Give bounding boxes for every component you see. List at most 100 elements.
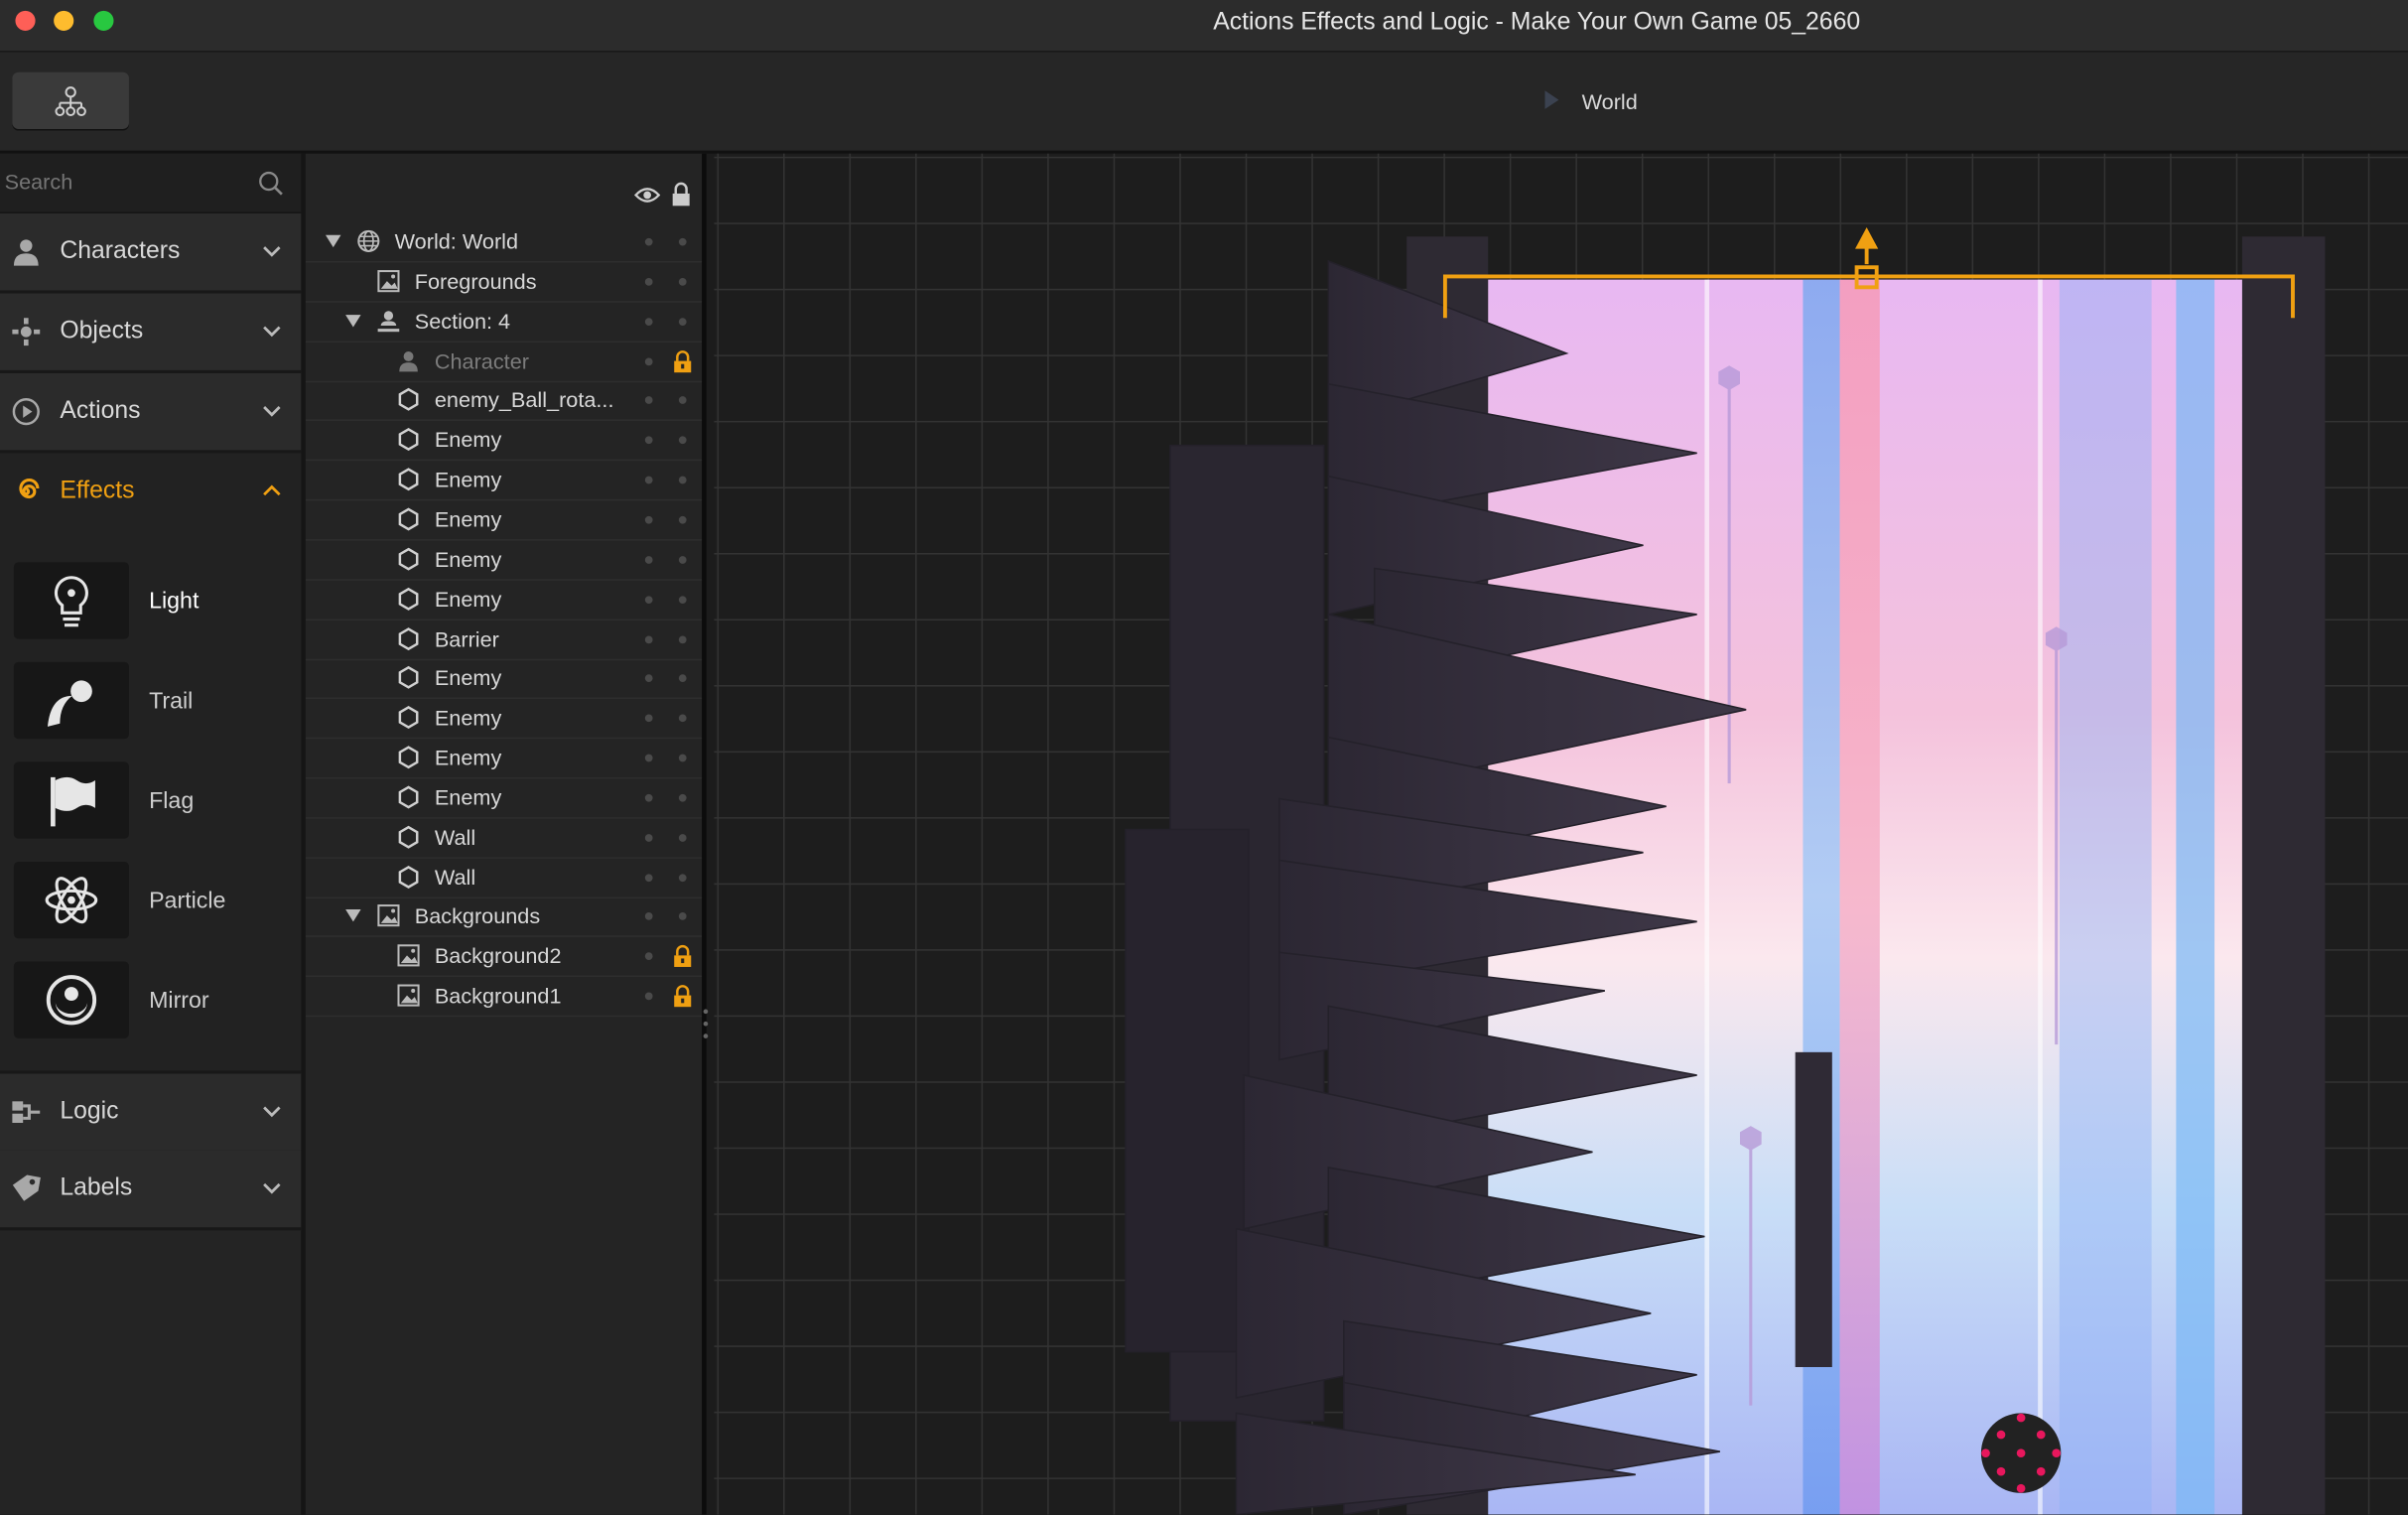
disclosure-triangle-icon[interactable] xyxy=(326,234,341,248)
objects-icon xyxy=(12,318,41,346)
lock-toggle[interactable] xyxy=(678,595,687,604)
visibility-toggle[interactable] xyxy=(644,674,653,683)
layer-row[interactable]: Background1 xyxy=(305,977,703,1018)
effect-light-label[interactable]: Light xyxy=(149,589,199,615)
scene-canvas[interactable] xyxy=(714,153,2408,1515)
layer-row[interactable]: Enemy xyxy=(305,580,703,620)
layer-row[interactable]: World: World xyxy=(305,222,703,263)
effect-particle-tile[interactable] xyxy=(13,861,129,939)
layer-row[interactable]: Wall xyxy=(305,858,703,898)
lock-toggle[interactable] xyxy=(678,873,687,882)
visibility-toggle[interactable] xyxy=(644,833,653,842)
visibility-toggle[interactable] xyxy=(644,317,653,326)
layer-row[interactable]: Enemy xyxy=(305,421,703,462)
disclosure-triangle-icon[interactable] xyxy=(345,314,361,328)
lock-toggle[interactable] xyxy=(678,396,687,405)
lock-toggle[interactable] xyxy=(678,714,687,723)
breadcrumb-world[interactable]: World xyxy=(1582,89,1638,114)
effect-particle-label[interactable]: Particle xyxy=(149,888,225,913)
disclosure-triangle-icon[interactable] xyxy=(345,909,361,922)
lock-toggle[interactable] xyxy=(678,317,687,326)
visibility-toggle[interactable] xyxy=(644,555,653,564)
visibility-toggle[interactable] xyxy=(644,515,653,524)
layer-row[interactable]: Enemy xyxy=(305,778,703,819)
category-effects[interactable]: Effects xyxy=(0,453,302,530)
visibility-toggle[interactable] xyxy=(644,277,653,286)
layer-row[interactable]: Background2 xyxy=(305,937,703,978)
hexagon-icon xyxy=(396,625,421,650)
category-label: Objects xyxy=(60,318,144,344)
visibility-toggle[interactable] xyxy=(644,912,653,921)
visibility-toggle[interactable] xyxy=(644,992,653,1001)
lock-toggle[interactable] xyxy=(678,436,687,445)
visibility-toggle[interactable] xyxy=(644,793,653,802)
panel-resize-handle[interactable] xyxy=(703,1006,710,1045)
visibility-toggle[interactable] xyxy=(644,476,653,484)
layer-row[interactable]: Wall xyxy=(305,818,703,859)
layers-panel: World: World Foregrounds Section: 4 Charact… xyxy=(305,153,710,1515)
effect-trail-tile[interactable] xyxy=(13,661,129,740)
chevron-down-icon xyxy=(263,406,281,417)
lock-toggle[interactable] xyxy=(678,912,687,921)
lock-icon[interactable] xyxy=(673,349,693,372)
lock-icon[interactable] xyxy=(673,985,693,1008)
effect-light-tile[interactable] xyxy=(13,562,129,639)
visibility-toggle[interactable] xyxy=(644,952,653,961)
lock-toggle[interactable] xyxy=(678,237,687,246)
category-labels[interactable]: Labels xyxy=(0,1150,302,1231)
layer-row[interactable]: Foregrounds xyxy=(305,262,703,303)
lock-icon[interactable] xyxy=(673,945,693,968)
visibility-toggle[interactable] xyxy=(644,237,653,246)
effect-flag-label[interactable]: Flag xyxy=(149,788,194,814)
visibility-toggle[interactable] xyxy=(644,356,653,365)
lock-toggle[interactable] xyxy=(678,793,687,802)
lock-toggle[interactable] xyxy=(678,277,687,286)
visibility-toggle[interactable] xyxy=(644,873,653,882)
person-icon xyxy=(396,348,421,373)
layer-row[interactable]: Enemy xyxy=(305,500,703,541)
category-actions[interactable]: Actions xyxy=(0,372,302,454)
lock-toggle[interactable] xyxy=(678,555,687,564)
effect-trail-label[interactable]: Trail xyxy=(149,688,193,714)
visibility-toggle[interactable] xyxy=(644,754,653,762)
lock-toggle[interactable] xyxy=(678,634,687,643)
lock-toggle[interactable] xyxy=(678,754,687,762)
search-input[interactable] xyxy=(0,153,251,209)
hexagon-icon xyxy=(396,428,421,453)
effect-flag-tile[interactable] xyxy=(13,761,129,839)
layer-row[interactable]: Enemy xyxy=(305,461,703,501)
category-objects[interactable]: Objects xyxy=(0,293,302,373)
layer-row[interactable]: Section: 4 xyxy=(305,302,703,343)
visibility-toggle[interactable] xyxy=(644,595,653,604)
lock-toggle[interactable] xyxy=(678,515,687,524)
lock-toggle[interactable] xyxy=(678,674,687,683)
hexagon-icon xyxy=(396,784,421,809)
lock-toggle[interactable] xyxy=(678,476,687,484)
layer-row[interactable]: Character xyxy=(305,342,703,382)
hierarchy-button[interactable] xyxy=(12,71,129,129)
layer-name: Wall xyxy=(434,824,476,850)
layer-row[interactable]: enemy_Ball_rota... xyxy=(305,381,703,422)
window-title: Actions Effects and Logic - Make Your Ow… xyxy=(1213,9,1861,36)
eye-icon[interactable] xyxy=(633,185,661,207)
layer-row[interactable]: Barrier xyxy=(305,620,703,660)
visibility-toggle[interactable] xyxy=(644,714,653,723)
visibility-toggle[interactable] xyxy=(644,436,653,445)
lock-toggle[interactable] xyxy=(678,833,687,842)
effect-mirror-label[interactable]: Mirror xyxy=(149,988,209,1014)
layer-row[interactable]: Backgrounds xyxy=(305,897,703,938)
layer-row[interactable]: Enemy xyxy=(305,540,703,581)
layer-name: Enemy xyxy=(434,506,502,532)
mirror-icon xyxy=(46,975,97,1026)
visibility-toggle[interactable] xyxy=(644,634,653,643)
layer-row[interactable]: Enemy xyxy=(305,659,703,700)
category-characters[interactable]: Characters xyxy=(0,213,302,294)
category-logic[interactable]: Logic xyxy=(0,1070,302,1154)
effect-mirror-tile[interactable] xyxy=(13,961,129,1038)
layer-name: Wall xyxy=(434,864,476,890)
visibility-toggle[interactable] xyxy=(644,396,653,405)
layer-row[interactable]: Enemy xyxy=(305,739,703,779)
lock-icon[interactable] xyxy=(671,182,691,207)
search-icon[interactable] xyxy=(258,171,284,197)
layer-row[interactable]: Enemy xyxy=(305,699,703,740)
